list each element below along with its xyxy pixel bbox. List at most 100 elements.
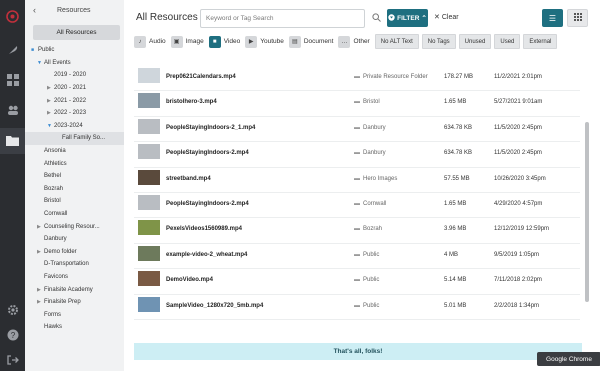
resource-row[interactable]: Prep0621Calendars.mp4 ▬ Private Resource F… — [134, 66, 580, 92]
resource-row[interactable]: bristolhero-3.mp4 ▬ Bristol 1.65 MB 5/27/202… — [134, 91, 580, 117]
tree-item[interactable]: Ansonia — [25, 145, 124, 158]
video-thumbnail[interactable] — [138, 245, 160, 261]
video-thumbnail[interactable] — [138, 144, 160, 160]
resource-name[interactable]: PeopleStayingIndoors-2_1.mp4 — [166, 125, 255, 131]
resource-row[interactable]: DemoVideo.mp4 ▬ Public 5.14 MB 7/11/2018 2:0… — [134, 269, 580, 295]
filter-chip[interactable]: External — [523, 34, 558, 49]
tree-item[interactable]: 2019 - 2020 — [25, 69, 124, 82]
tree-item[interactable]: ■ Public — [25, 44, 124, 57]
type-filter-label[interactable]: Youtube — [260, 38, 284, 45]
users-icon[interactable] — [5, 102, 20, 117]
video-thumbnail[interactable] — [138, 271, 160, 287]
resource-name[interactable]: PexelsVideos1560989.mp4 — [166, 226, 242, 232]
other-icon[interactable]: … — [338, 35, 351, 48]
folder-icon[interactable] — [5, 133, 20, 148]
video-thumbnail[interactable] — [138, 169, 160, 185]
tree-item[interactable]: Cornwall — [25, 208, 124, 221]
tree-item[interactable]: Bethel — [25, 170, 124, 183]
audio-icon[interactable]: ♪ — [134, 35, 146, 48]
video-thumbnail[interactable] — [138, 93, 160, 109]
tree-item[interactable]: ▶ 2022 - 2023 — [25, 107, 124, 120]
tree-item[interactable]: Hawks — [25, 321, 124, 334]
help-icon[interactable]: ? — [5, 327, 20, 342]
resource-row[interactable]: PeopleStayingIndoors-2.mp4 ▬ Danbury 634.78… — [134, 142, 580, 168]
resource-size: 634.78 KB — [444, 150, 473, 157]
resource-row[interactable]: SampleVideo_1280x720_5mb.mp4 ▬ Public 5.01 … — [134, 295, 580, 320]
type-filter-label[interactable]: Document — [304, 38, 334, 45]
document-icon[interactable]: ▤ — [288, 35, 301, 48]
youtube-icon[interactable]: ▶ — [245, 35, 258, 48]
resource-row[interactable]: PeopleStayingIndoors-2.mp4 ▬ Cornwall 1.65 … — [134, 193, 580, 219]
resource-size: 5.14 MB — [444, 277, 467, 284]
all-resources-button[interactable]: All Resources — [33, 25, 120, 40]
resource-row[interactable]: PeopleStayingIndoors-2_1.mp4 ▬ Danbury 634.… — [134, 117, 580, 143]
type-filter-label[interactable]: Image — [186, 38, 204, 45]
tree-item[interactable]: Bozrah — [25, 183, 124, 196]
type-filter-label[interactable]: Video — [224, 38, 241, 45]
feather-icon[interactable] — [5, 42, 20, 57]
clear-button[interactable]: ✕ Clear — [434, 13, 459, 21]
tree-item[interactable]: Fall Family So... — [25, 132, 124, 145]
resource-folder: ▬ Bozrah — [354, 226, 382, 232]
tree-item[interactable]: Danbury — [25, 233, 124, 246]
tree-item[interactable]: Bristol — [25, 195, 124, 208]
tree-item[interactable]: ▼ All Events — [25, 57, 124, 70]
tree-item-label: 2020 - 2021 — [54, 85, 87, 92]
video-thumbnail[interactable] — [138, 68, 160, 83]
tree-item[interactable]: Favicons — [25, 271, 124, 284]
resource-name[interactable]: DemoVideo.mp4 — [166, 277, 213, 283]
tree-item[interactable]: ▶ Finalsite Academy — [25, 283, 124, 296]
resource-name[interactable]: streetband.mp4 — [166, 176, 211, 182]
resource-list: Prep0621Calendars.mp4 ▬ Private Resource F… — [134, 66, 580, 320]
tree-item[interactable]: ▶ 2020 - 2021 — [25, 82, 124, 95]
tree-item[interactable]: ▶ Counseling Resour... — [25, 220, 124, 233]
resource-name[interactable]: bristolhero-3.mp4 — [166, 99, 217, 105]
resource-name[interactable]: Prep0621Calendars.mp4 — [166, 74, 236, 80]
logout-icon[interactable] — [5, 352, 20, 367]
resource-folder-label: Danbury — [363, 124, 386, 131]
resource-name[interactable]: example-video-2_wheat.mp4 — [166, 252, 247, 258]
tree-item[interactable]: Athletics — [25, 157, 124, 170]
folder-icon: ▬ — [354, 277, 360, 284]
resource-row[interactable]: streetband.mp4 ▬ Hero Images 57.55 MB 10/26/… — [134, 168, 580, 193]
search-icon[interactable] — [372, 13, 381, 24]
resource-row[interactable]: example-video-2_wheat.mp4 ▬ Public 4 MB 9/5/… — [134, 244, 580, 270]
resource-name[interactable]: PeopleStayingIndoors-2.mp4 — [166, 150, 249, 156]
type-filter-label[interactable]: Other — [353, 38, 369, 45]
type-filter-label[interactable]: Audio — [149, 38, 166, 45]
video-thumbnail[interactable] — [138, 194, 160, 210]
filter-chip[interactable]: No Tags — [421, 34, 456, 49]
list-view-button[interactable]: ☰ — [542, 9, 563, 27]
resource-name[interactable]: SampleVideo_1280x720_5mb.mp4 — [166, 303, 263, 309]
settings-icon[interactable] — [5, 302, 20, 317]
video-thumbnail[interactable] — [138, 118, 160, 134]
tree-item-label: 2021 - 2022 — [54, 97, 87, 104]
tree-item[interactable]: ▼ 2023-2024 — [25, 120, 124, 133]
dashboard-icon[interactable] — [5, 72, 20, 87]
tree-item-label: Demo folder — [44, 248, 77, 255]
video-thumbnail[interactable] — [138, 220, 160, 236]
video-icon[interactable]: ■ — [208, 35, 221, 48]
end-of-list-banner: That's all, folks! — [134, 343, 582, 360]
video-thumbnail[interactable] — [138, 296, 160, 312]
resource-name[interactable]: PeopleStayingIndoors-2.mp4 — [166, 201, 249, 207]
search-input[interactable]: Keyword or Tag Search — [200, 9, 365, 28]
image-icon[interactable]: ▣ — [170, 35, 183, 48]
filter-chip[interactable]: Unused — [458, 34, 492, 49]
tree-item[interactable]: Forms — [25, 308, 124, 321]
list-scrollbar[interactable] — [585, 122, 589, 302]
filter-chip[interactable]: Used — [494, 34, 521, 49]
tree-item-label: Athletics — [44, 160, 67, 167]
resource-row[interactable]: PexelsVideos1560989.mp4 ▬ Bozrah 3.96 MB 12/… — [134, 218, 580, 244]
folder-icon: ▬ — [354, 99, 360, 106]
grid-view-button[interactable] — [567, 9, 588, 27]
collapse-sidebar-button[interactable]: ‹ — [33, 5, 36, 15]
tree-item[interactable]: D-Transportation — [25, 258, 124, 271]
filter-chip[interactable]: No ALT Text — [374, 34, 419, 49]
tree-item[interactable]: ▶ Demo folder — [25, 246, 124, 259]
resource-folder: ▬ Danbury — [354, 125, 386, 131]
tree-item[interactable]: ▶ Finalsite Prep — [25, 296, 124, 309]
tree-item[interactable]: ▶ 2021 - 2022 — [25, 94, 124, 107]
logo-icon[interactable] — [5, 9, 20, 24]
filter-button[interactable]: FILTER ⌃ — [387, 9, 428, 27]
